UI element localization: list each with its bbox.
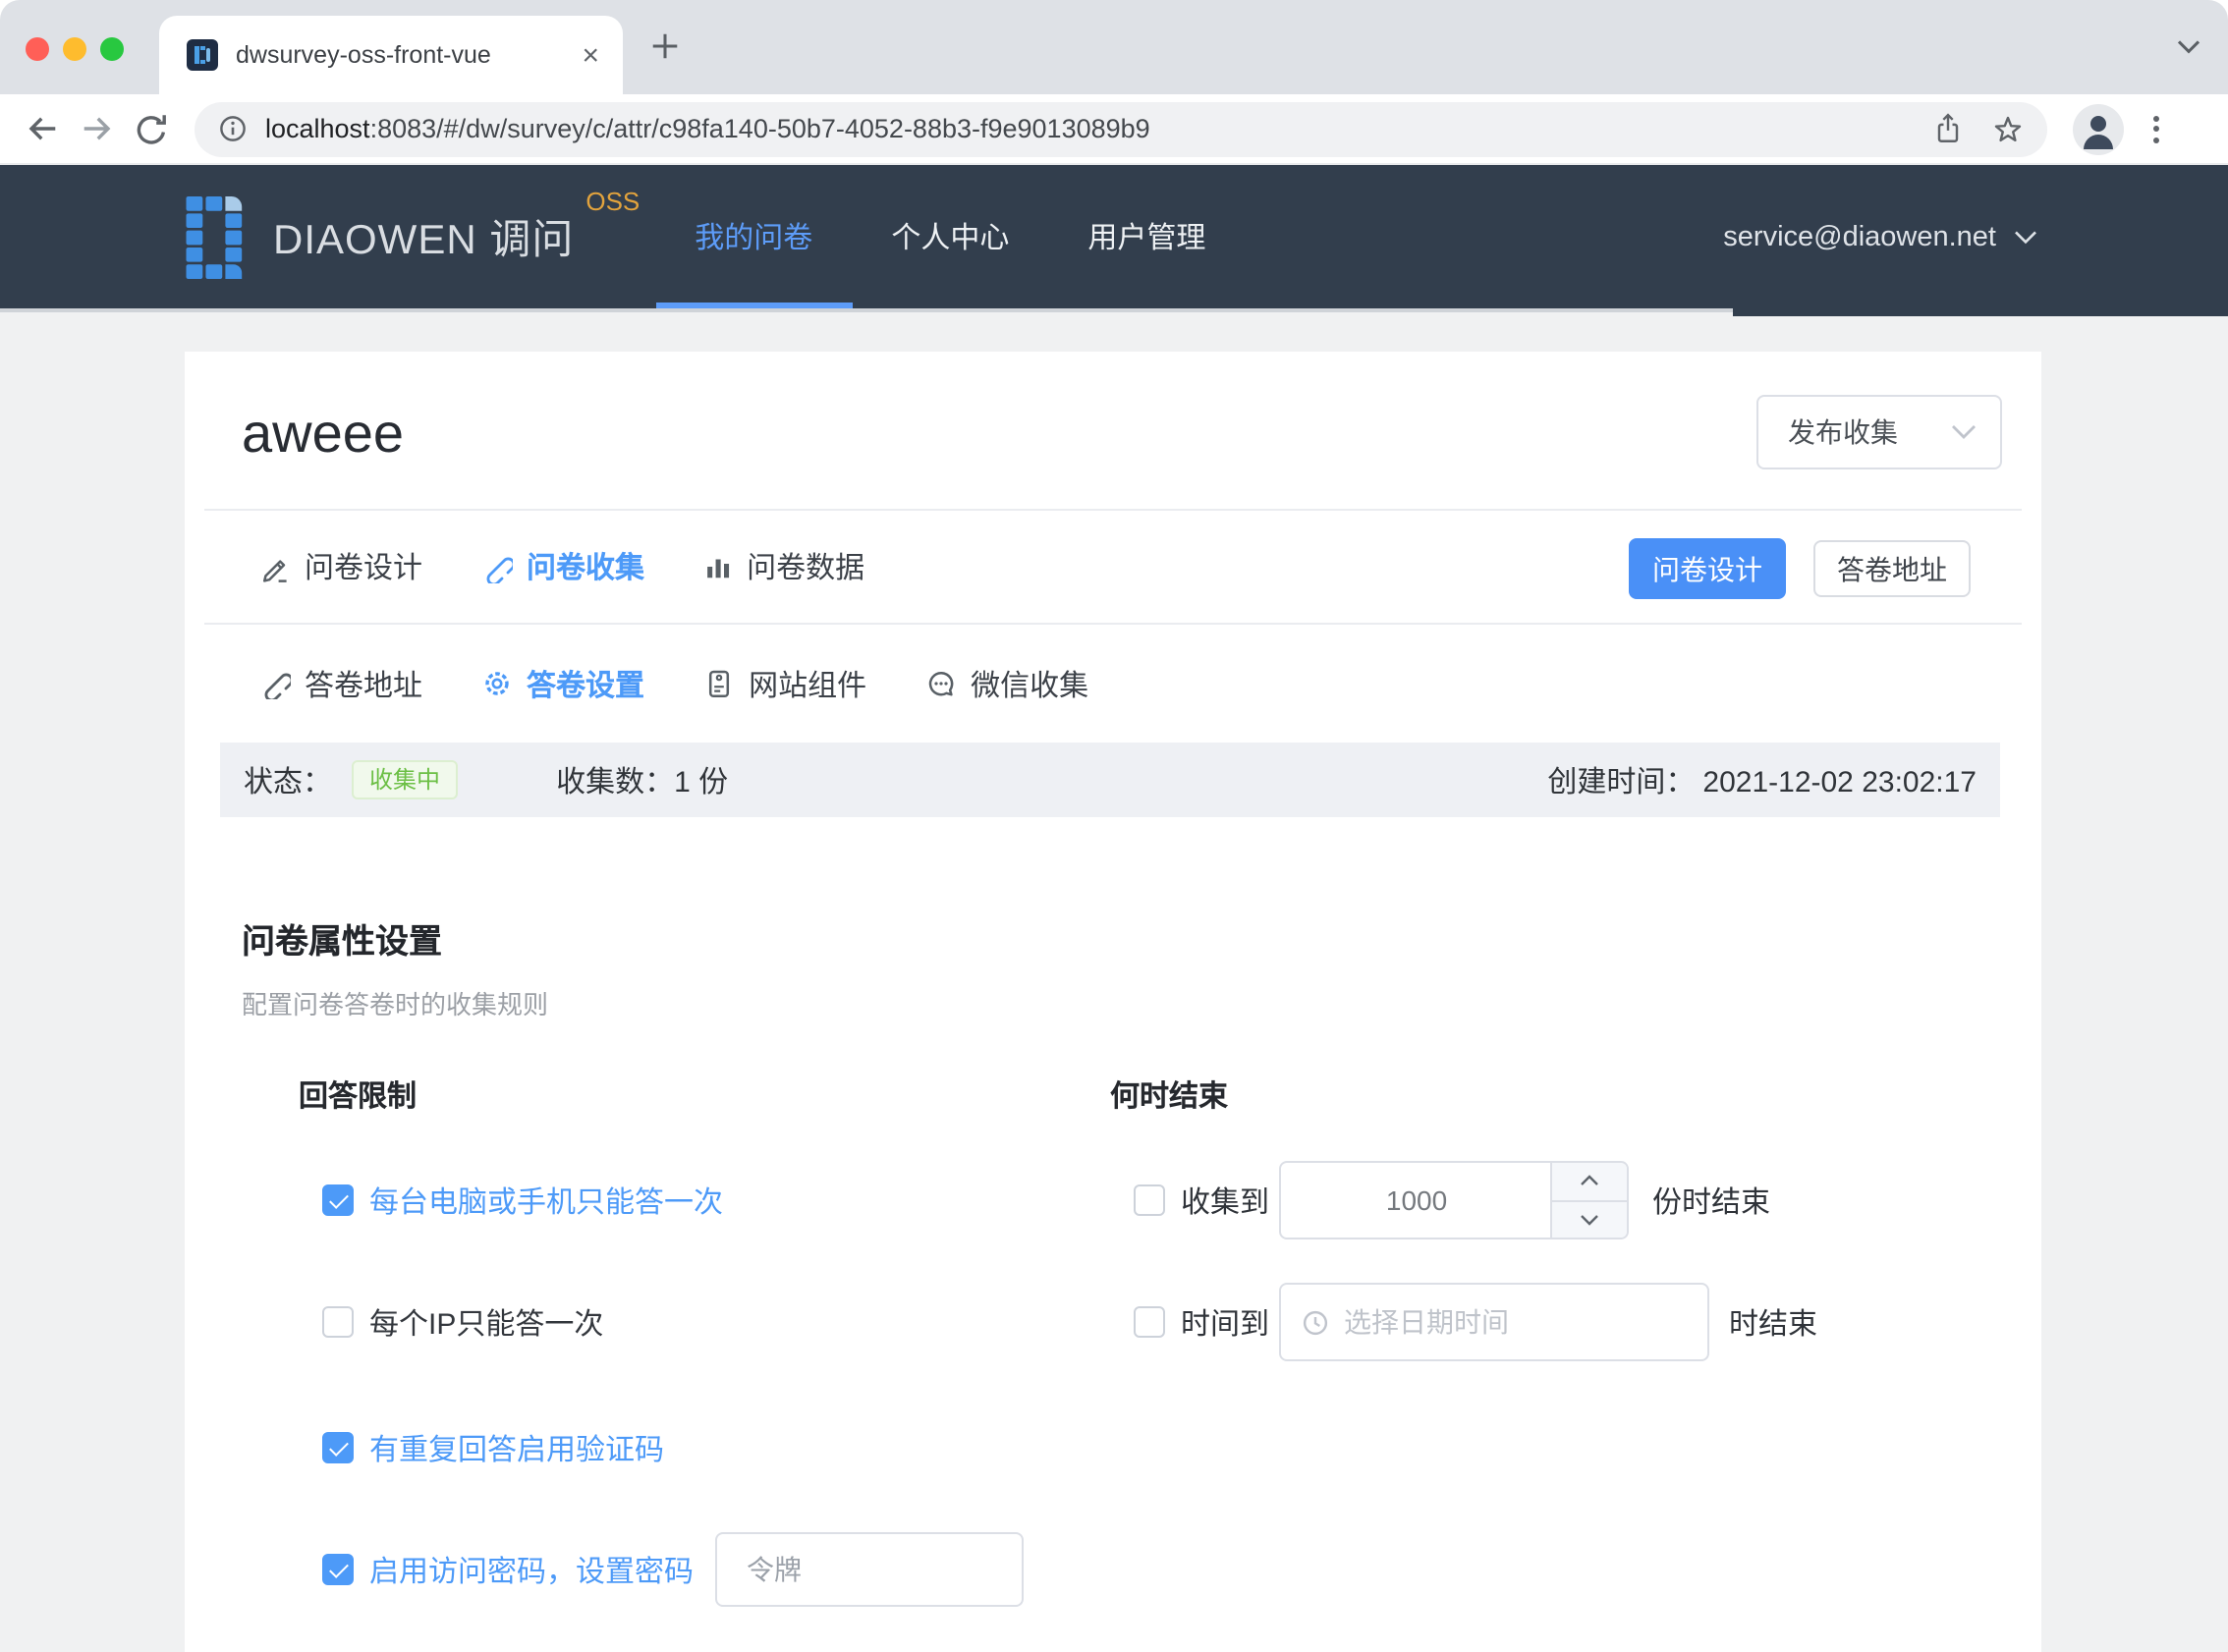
password-input-wrap: [715, 1532, 1024, 1607]
main-nav: 我的问卷 个人中心 用户管理: [655, 165, 1245, 308]
checkbox-captcha[interactable]: [322, 1432, 354, 1463]
app-header: DIAOWEN 调问 OSS 我的问卷 个人中心 用户管理 service@di…: [0, 165, 2228, 308]
account-dropdown[interactable]: service@diaowen.net: [1723, 221, 2037, 252]
tab-site-widget[interactable]: 网站组件: [703, 663, 866, 704]
answer-limit-column: 回答限制 每台电脑或手机只能答一次 每个IP只能答一次 有重复回答启用验证码 启…: [299, 1078, 1085, 1609]
section-subtitle: 配置问卷答卷时的收集规则: [242, 984, 548, 1021]
status-badge: 收集中: [352, 760, 458, 799]
tab-answer-url[interactable]: 答卷地址: [259, 663, 422, 704]
answer-limit-header: 回答限制: [299, 1078, 1085, 1118]
tab-survey-collect[interactable]: 问卷收集: [481, 546, 644, 587]
browser-menu-icon[interactable]: [2145, 107, 2167, 150]
password-input[interactable]: [717, 1534, 1022, 1605]
checkbox-one-per-device[interactable]: [322, 1184, 354, 1216]
edit-icon: [259, 551, 291, 582]
checkbox-row-one-per-ip: 每个IP只能答一次: [299, 1283, 1085, 1361]
url-text: localhost:8083/#/dw/survey/c/attr/c98fa1…: [265, 114, 1150, 143]
tab-search-chevron-icon[interactable]: [2177, 39, 2200, 55]
checkbox-end-by-count[interactable]: [1134, 1184, 1165, 1216]
back-button[interactable]: [14, 101, 69, 156]
profile-avatar[interactable]: [2073, 103, 2124, 154]
favicon: [187, 39, 218, 71]
publish-select-value: 发布收集: [1788, 413, 1951, 452]
maximize-window-button[interactable]: [100, 37, 124, 61]
survey-design-button[interactable]: 问卷设计: [1629, 538, 1786, 599]
collect-count-value: 1 份: [674, 759, 728, 800]
header-substrip: [0, 308, 2228, 316]
section-title: 问卷属性设置: [242, 913, 548, 963]
bar-chart-icon: [703, 552, 733, 581]
collect-count-label: 收集数：: [556, 759, 674, 800]
end-by-count-row: 收集到 份时结束: [1110, 1161, 2014, 1239]
new-tab-button[interactable]: [648, 29, 682, 63]
widget-icon: [703, 668, 735, 699]
traffic-lights: [26, 37, 124, 61]
checkbox-row-one-per-device: 每台电脑或手机只能答一次: [299, 1161, 1085, 1239]
clock-icon: [1301, 1307, 1330, 1337]
browser-toolbar: localhost:8083/#/dw/survey/c/attr/c98fa1…: [0, 94, 2228, 165]
chevron-down-icon: [2014, 229, 2037, 245]
reload-button[interactable]: [124, 101, 179, 156]
created-time: 创建时间：2021-12-02 23:02:17: [1547, 759, 1977, 800]
checkbox-one-per-ip[interactable]: [322, 1306, 354, 1338]
tab-title: dwsurvey-oss-front-vue: [236, 41, 582, 69]
brand-badge: OSS: [585, 187, 640, 216]
tab-survey-design[interactable]: 问卷设计: [259, 546, 422, 587]
publish-select[interactable]: 发布收集: [1756, 395, 2002, 469]
end-condition-column: 何时结束 收集到: [1110, 1078, 2014, 1361]
chevron-down-icon: [1951, 424, 1977, 440]
bookmark-star-icon[interactable]: [1992, 113, 2024, 144]
share-icon[interactable]: [1933, 112, 1963, 145]
checkbox-access-password[interactable]: [322, 1554, 354, 1585]
answer-url-button[interactable]: 答卷地址: [1813, 540, 1971, 597]
number-spinner: [1550, 1163, 1627, 1238]
tab-strip: dwsurvey-oss-front-vue ×: [0, 0, 2228, 94]
browser-window: dwsurvey-oss-front-vue × localhost:8083/…: [0, 0, 2228, 1652]
forward-button[interactable]: [69, 101, 124, 156]
datetime-input[interactable]: [1344, 1306, 1658, 1338]
tab-answer-settings[interactable]: 答卷设置: [481, 663, 644, 704]
status-label: 状态：: [244, 759, 332, 800]
status-bar: 状态： 收集中 收集数： 1 份 创建时间：2021-12-02 23:02:1…: [220, 743, 2000, 817]
survey-card: aweee 发布收集 问卷设计 问卷收集: [185, 352, 2041, 1652]
sub-tabs: 答卷地址 答卷设置 网站组件: [185, 625, 2041, 743]
nav-item-profile[interactable]: 个人中心: [852, 165, 1048, 308]
browser-tab[interactable]: dwsurvey-oss-front-vue ×: [159, 16, 623, 94]
account-email: service@diaowen.net: [1723, 221, 1996, 252]
count-number-input: [1279, 1161, 1629, 1239]
tab-close-icon[interactable]: ×: [582, 40, 599, 70]
end-condition-header: 何时结束: [1110, 1078, 2014, 1118]
datetime-picker[interactable]: [1279, 1283, 1709, 1361]
checkbox-row-password: 启用访问密码，设置密码: [299, 1530, 1085, 1609]
count-input[interactable]: [1281, 1163, 1552, 1238]
spinner-down-button[interactable]: [1552, 1201, 1627, 1238]
gear-icon: [481, 668, 513, 699]
checkbox-end-by-time[interactable]: [1134, 1306, 1165, 1338]
survey-title: aweee: [242, 403, 404, 466]
end-by-time-row: 时间到 时结束: [1110, 1283, 2014, 1361]
checkbox-row-captcha: 有重复回答启用验证码: [299, 1408, 1085, 1487]
tab-wechat-collect[interactable]: 微信收集: [925, 663, 1088, 704]
settings-section-header: 问卷属性设置 配置问卷答卷时的收集规则: [242, 913, 548, 1021]
close-window-button[interactable]: [26, 37, 49, 61]
nav-item-my-surveys[interactable]: 我的问卷: [655, 165, 852, 308]
address-bar[interactable]: localhost:8083/#/dw/survey/c/attr/c98fa1…: [195, 101, 2047, 156]
site-info-icon[interactable]: [218, 114, 248, 143]
spinner-up-button[interactable]: [1552, 1163, 1627, 1201]
brand-name: DIAOWEN 调问: [273, 207, 574, 266]
chat-bubble-icon: [925, 668, 957, 699]
link-icon: [259, 668, 291, 699]
nav-item-user-management[interactable]: 用户管理: [1048, 165, 1245, 308]
tab-survey-data[interactable]: 问卷数据: [703, 546, 864, 587]
page-background: aweee 发布收集 问卷设计 问卷收集: [0, 316, 2228, 1652]
diaowen-logo-icon: [185, 195, 250, 278]
minimize-window-button[interactable]: [63, 37, 86, 61]
link-icon: [481, 551, 513, 582]
